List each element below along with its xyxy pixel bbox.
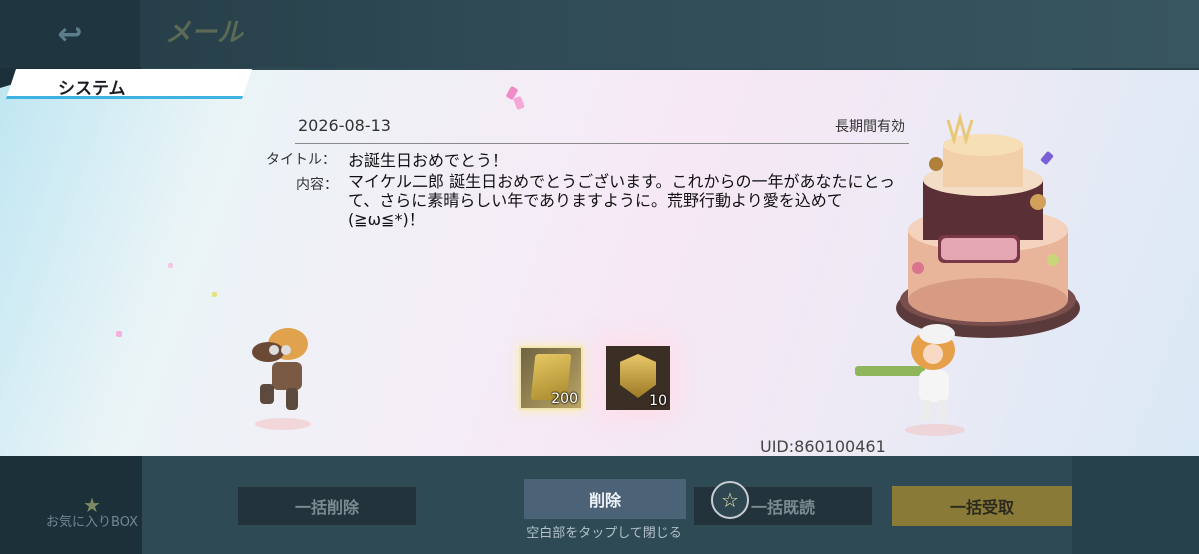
confetti [168, 263, 173, 268]
favorites-label: お気に入りBOX [46, 515, 138, 530]
rank-badge-icon [620, 354, 656, 398]
soldier-character-image [855, 324, 965, 436]
favorite-button[interactable]: ☆ [711, 481, 749, 519]
confetti [116, 331, 122, 337]
close-hint: 空白部をタップして閉じる [526, 526, 682, 541]
star-icon: ★ [83, 493, 101, 517]
user-id: UID:860100461 [760, 437, 886, 456]
back-button[interactable]: ↩ [0, 0, 140, 68]
confetti [212, 292, 217, 297]
birthday-cake-image [896, 112, 1080, 338]
category-tab-label: システム [58, 79, 126, 99]
running-character-image [252, 328, 311, 430]
item-quantity: 200 [551, 391, 578, 407]
page-title: メール [165, 18, 244, 48]
item-quantity: 10 [649, 393, 667, 409]
body-label: 内容： [296, 177, 338, 193]
receive-all-button[interactable]: 一括受取 [892, 486, 1072, 526]
favorites-box[interactable]: ★ お気に入りBOX [42, 495, 142, 530]
gold-book-item[interactable]: 200 [519, 346, 583, 410]
rank-badge-item[interactable]: 10 [606, 346, 670, 410]
mail-date: 2026-08-13 [298, 116, 391, 135]
divider [295, 143, 909, 144]
delete-all-button[interactable]: 一括削除 [237, 486, 417, 526]
mail-title: お誕生日おめでとう！ [348, 151, 509, 170]
title-label: タイトル： [266, 152, 336, 168]
category-tab [6, 69, 252, 99]
star-outline-icon: ☆ [721, 488, 739, 512]
delete-button[interactable]: 削除 [524, 479, 686, 519]
back-arrow-icon: ↩ [57, 16, 83, 52]
mail-body: マイケル二郎 誕生日おめでとうございます。これからの一年があなたにとって、さらに… [348, 172, 896, 229]
